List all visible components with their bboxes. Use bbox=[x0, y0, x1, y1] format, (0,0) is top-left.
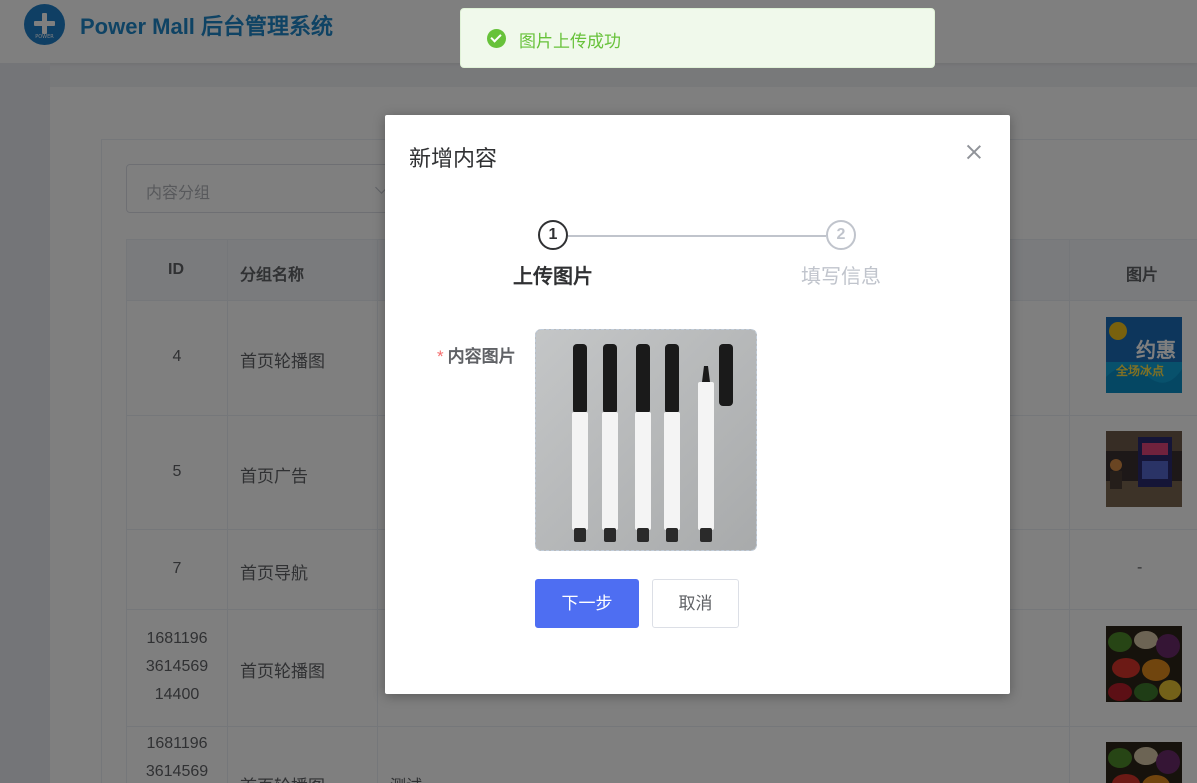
content-image-label-text: 内容图片 bbox=[447, 347, 516, 366]
steps-connector bbox=[568, 235, 826, 237]
step-2-indicator: 2 bbox=[826, 220, 856, 250]
step-2-label: 填写信息 bbox=[801, 266, 881, 288]
uploaded-markers-image bbox=[536, 330, 756, 550]
add-content-dialog: 新增内容 1 2 上传图片 填写信息 * 内容图片 下一步 取消 bbox=[385, 115, 1010, 694]
required-mark: * bbox=[437, 347, 444, 366]
close-icon[interactable] bbox=[965, 143, 983, 161]
check-circle-icon bbox=[487, 29, 506, 48]
step-1-indicator: 1 bbox=[538, 220, 568, 250]
next-step-button[interactable]: 下一步 bbox=[535, 579, 639, 628]
content-image-label: * 内容图片 bbox=[437, 342, 516, 367]
image-uploader[interactable] bbox=[535, 329, 757, 551]
cancel-button[interactable]: 取消 bbox=[652, 579, 739, 628]
dialog-title: 新增内容 bbox=[409, 146, 498, 171]
success-toast: 图片上传成功 bbox=[460, 8, 935, 68]
toast-message: 图片上传成功 bbox=[519, 32, 621, 51]
step-1-label: 上传图片 bbox=[513, 266, 593, 288]
